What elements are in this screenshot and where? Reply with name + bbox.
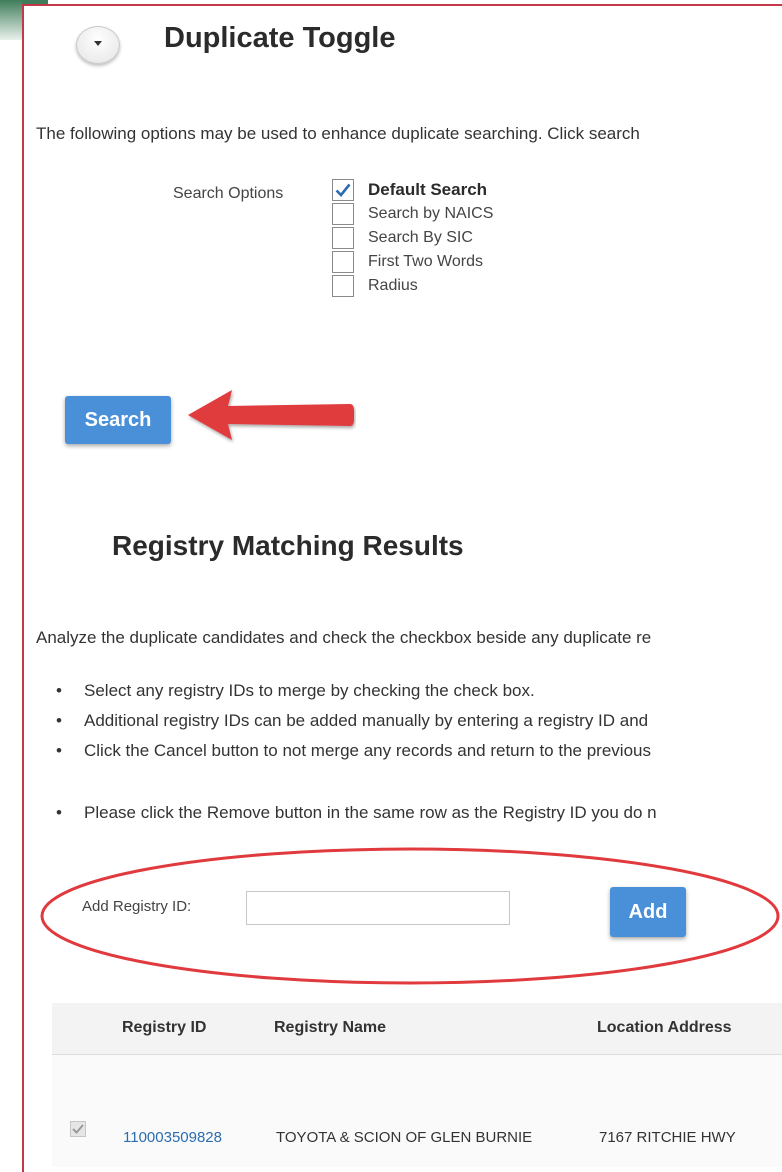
column-header-registry-name[interactable]: Registry Name bbox=[274, 1019, 386, 1037]
add-registry-id-label: Add Registry ID: bbox=[82, 898, 192, 915]
table-row: 110003509828 TOYOTA & SCION OF GLEN BURN… bbox=[52, 1055, 782, 1167]
analyze-instructions: Analyze the duplicate candidates and che… bbox=[36, 628, 652, 647]
search-option-label: Default Search bbox=[368, 180, 488, 199]
first-two-words-checkbox[interactable] bbox=[332, 251, 354, 273]
search-option-label: Search By SIC bbox=[368, 229, 473, 246]
search-option-radius[interactable]: Radius bbox=[332, 274, 493, 298]
window-corner-accent bbox=[0, 0, 22, 40]
column-header-location-address[interactable]: Location Address bbox=[597, 1019, 732, 1037]
duplicate-toggle-title: Duplicate Toggle bbox=[164, 22, 396, 54]
search-option-label: Radius bbox=[368, 277, 418, 294]
table-header: Registry ID Registry Name Location Addre… bbox=[52, 1003, 782, 1055]
results-table: Registry ID Registry Name Location Addre… bbox=[52, 1003, 782, 1167]
list-item: • Please click the Remove button in the s… bbox=[56, 803, 657, 822]
search-options-list: Default Search Search by NAICS Search By… bbox=[332, 178, 493, 298]
location-address-cell: 7167 RITCHIE HWY bbox=[599, 1129, 736, 1146]
search-option-sic[interactable]: Search By SIC bbox=[332, 226, 493, 250]
search-options-label: Search Options bbox=[173, 185, 284, 202]
column-header-registry-id[interactable]: Registry ID bbox=[122, 1019, 206, 1037]
list-item: • Select any registry IDs to merge by che… bbox=[56, 681, 535, 700]
naics-checkbox[interactable] bbox=[332, 203, 354, 225]
registry-id-link[interactable]: 110003509828 bbox=[123, 1129, 222, 1146]
list-item: • Additional registry IDs can be added ma… bbox=[56, 711, 649, 730]
annotation-arrow-icon bbox=[188, 390, 354, 440]
registry-id-input[interactable] bbox=[246, 891, 510, 925]
registry-matching-results-title: Registry Matching Results bbox=[112, 530, 464, 561]
list-item: • Click the Cancel button to not merge an… bbox=[56, 741, 651, 760]
search-button[interactable]: Search bbox=[65, 396, 171, 444]
search-option-label: First Two Words bbox=[368, 253, 483, 270]
search-option-first-two-words[interactable]: First Two Words bbox=[332, 250, 493, 274]
default-search-checkbox[interactable] bbox=[332, 179, 354, 201]
chevron-down-icon bbox=[93, 40, 103, 51]
collapse-toggle-button[interactable] bbox=[76, 26, 120, 64]
registry-name-cell: TOYOTA & SCION OF GLEN BURNIE bbox=[276, 1129, 533, 1146]
search-option-naics[interactable]: Search by NAICS bbox=[332, 202, 493, 226]
sic-checkbox[interactable] bbox=[332, 227, 354, 249]
intro-text: The following options may be used to enh… bbox=[36, 124, 640, 143]
instruction-bullets: • Select any registry IDs to merge by che… bbox=[56, 676, 657, 828]
radius-checkbox[interactable] bbox=[332, 275, 354, 297]
search-option-label: Search by NAICS bbox=[368, 205, 494, 222]
search-option-default[interactable]: Default Search bbox=[332, 178, 493, 202]
add-registry-button[interactable]: Add bbox=[610, 887, 686, 937]
row-select-checkbox[interactable] bbox=[70, 1121, 86, 1137]
